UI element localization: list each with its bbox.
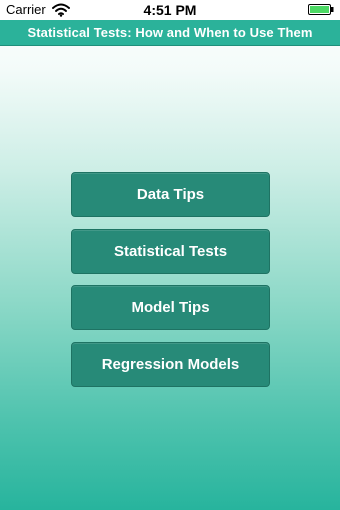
page-title: Statistical Tests: How and When to Use T… bbox=[27, 25, 313, 40]
data-tips-button[interactable]: Data Tips bbox=[71, 172, 270, 217]
status-bar: Carrier 4:51 PM bbox=[0, 0, 340, 20]
app-screen: Carrier 4:51 PM Statistical Tests: How a… bbox=[0, 0, 340, 510]
status-time: 4:51 PM bbox=[143, 2, 197, 18]
title-bar: Statistical Tests: How and When to Use T… bbox=[0, 20, 340, 46]
model-tips-button[interactable]: Model Tips bbox=[71, 285, 270, 330]
statistical-tests-button[interactable]: Statistical Tests bbox=[71, 228, 270, 274]
battery-icon bbox=[308, 4, 334, 15]
regression-models-button[interactable]: Regression Models bbox=[71, 341, 270, 387]
main-menu: Data Tips Statistical Tests Model Tips R… bbox=[71, 172, 270, 398]
